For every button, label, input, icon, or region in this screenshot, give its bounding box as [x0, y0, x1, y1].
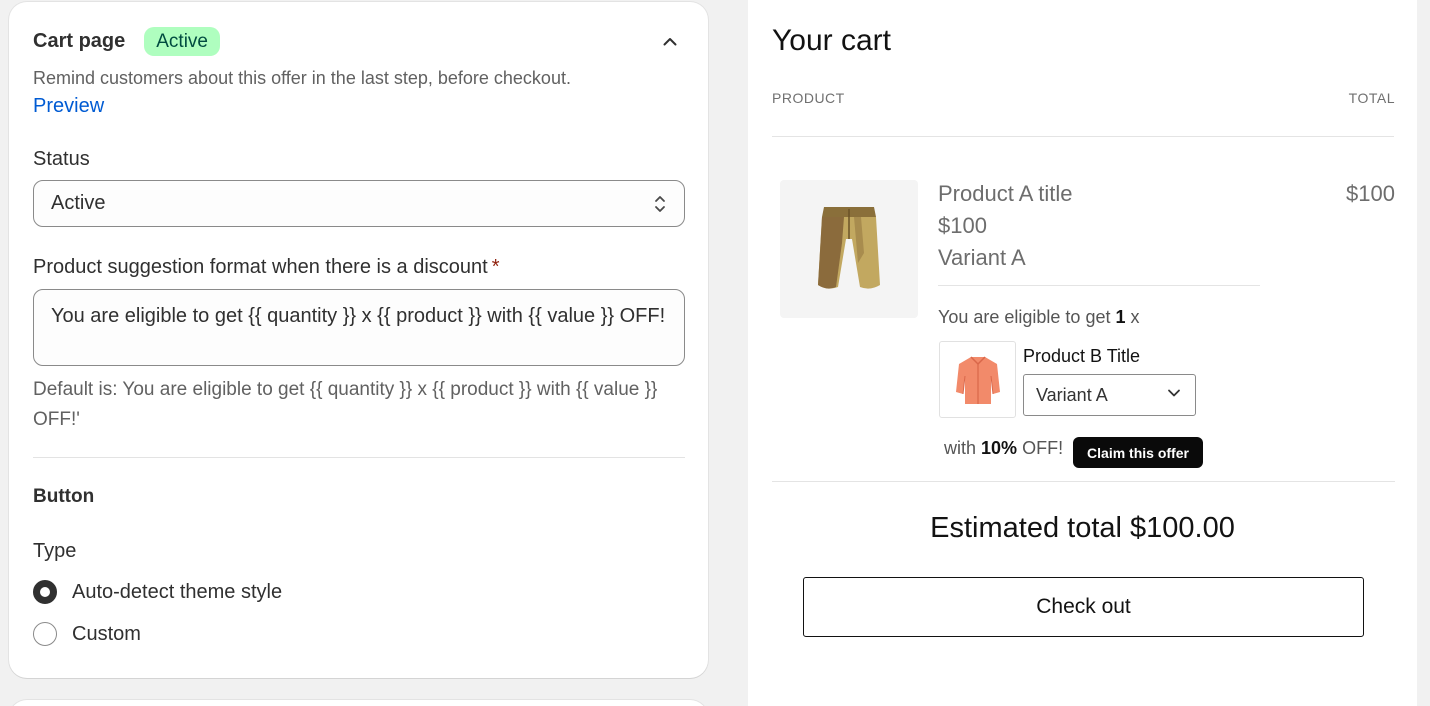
offer-eligible-suffix: x: [1130, 307, 1140, 327]
status-select[interactable]: Active: [33, 180, 685, 227]
format-label: Product suggestion format when there is …: [33, 256, 500, 279]
radio-auto-detect[interactable]: Auto-detect theme style: [33, 580, 282, 604]
status-badge: Active: [144, 26, 220, 56]
product-b-title: Product B Title: [1023, 346, 1141, 366]
button-section-title: Button: [33, 486, 95, 507]
format-help-text: Default is: You are eligible to get {{ q…: [33, 379, 658, 430]
cart-title: Your cart: [772, 24, 891, 57]
offer-with-prefix: with: [944, 438, 977, 458]
radio-auto-detect-label: Auto-detect theme style: [72, 580, 283, 603]
offer-quantity: 1: [1115, 307, 1126, 327]
shirt-icon: [955, 355, 1000, 404]
cart-page-settings-card: Cart page Active Remind customers about …: [9, 2, 708, 678]
estimated-total: Estimated total $100.00: [930, 512, 1235, 544]
card-header: Cart page Active: [33, 26, 684, 56]
preview-link[interactable]: Preview: [33, 95, 104, 118]
chevron-down-icon: [1168, 389, 1180, 397]
radio-custom[interactable]: Custom: [33, 622, 141, 646]
offer-with-suffix: OFF!: [1022, 438, 1064, 458]
product-a-total: $100: [1346, 181, 1395, 206]
product-b-image: [939, 341, 1016, 418]
section-divider: [33, 457, 685, 458]
product-a-title: Product A title: [938, 181, 1073, 206]
app-stage: Cart page Active Remind customers about …: [0, 0, 1430, 706]
cart-preview-panel: Your cart PRODUCT TOTAL Product A title …: [748, 0, 1417, 706]
totals-divider: [772, 481, 1395, 482]
column-header-total: TOTAL: [1348, 90, 1395, 106]
shorts-icon: [818, 207, 880, 289]
type-label: Type: [33, 540, 77, 562]
card-description: Remind customers about this offer in the…: [33, 68, 571, 88]
offer-eligible-prefix: You are eligible to get: [938, 307, 1111, 327]
offer-discount-text: with 10% OFF!: [944, 438, 1063, 459]
next-card-peek: [9, 700, 708, 706]
right-edge-background: [1417, 0, 1430, 706]
radio-button-unchecked[interactable]: [33, 622, 57, 646]
format-label-text: Product suggestion format when there is …: [33, 256, 488, 278]
offer-eligible-text: You are eligible to get 1 x: [938, 307, 1140, 328]
checkout-button[interactable]: Check out: [803, 577, 1364, 637]
radio-button-checked[interactable]: [33, 580, 57, 604]
header-divider: [772, 136, 1394, 137]
format-textarea[interactable]: You are eligible to get {{ quantity }} x…: [33, 289, 685, 366]
radio-custom-label: Custom: [72, 622, 141, 645]
collapse-button[interactable]: [658, 29, 682, 53]
item-divider: [938, 285, 1260, 286]
status-select-value: Active: [51, 192, 106, 214]
product-a-price: $100: [938, 213, 987, 238]
card-title: Cart page: [33, 29, 126, 52]
column-header-product: PRODUCT: [772, 90, 845, 106]
offer-discount-value: 10%: [981, 438, 1018, 458]
variant-select-value: Variant A: [1036, 384, 1108, 405]
chevron-up-icon: [663, 37, 677, 45]
status-label: Status: [33, 148, 90, 170]
claim-offer-button[interactable]: Claim this offer: [1073, 437, 1203, 468]
product-b-variant-select[interactable]: Variant A: [1023, 374, 1196, 416]
required-mark: *: [491, 256, 500, 278]
product-a-image: [780, 180, 918, 318]
product-a-variant: Variant A: [938, 245, 1026, 270]
select-arrows-icon: [655, 196, 665, 212]
